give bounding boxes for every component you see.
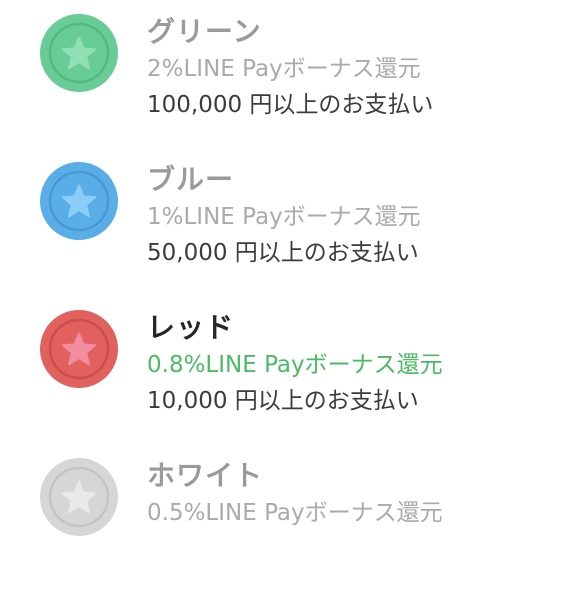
star-medal-icon — [39, 309, 119, 389]
tier-requirement: 50,000 円以上のお支払い — [147, 240, 419, 266]
tier-white[interactable]: ホワイト 0.5%LINE Payボーナス還元 — [0, 444, 580, 592]
star-medal-icon — [39, 161, 119, 241]
tier-name: ブルー — [147, 163, 235, 196]
tier-text: ホワイト 0.5%LINE Payボーナス還元 — [147, 456, 567, 568]
tier-requirement: 10,000 円以上のお支払い — [147, 388, 419, 414]
tier-bonus: 0.8%LINE Payボーナス還元 — [147, 352, 443, 378]
tier-text: レッド 0.8%LINE Payボーナス還元 10,000 円以上のお支払い — [147, 308, 567, 420]
tier-text: ブルー 1%LINE Payボーナス還元 50,000 円以上のお支払い — [147, 160, 567, 272]
tier-name: ホワイト — [147, 459, 264, 492]
tier-name: グリーン — [147, 15, 262, 48]
star-medal-icon — [39, 13, 119, 93]
tier-red[interactable]: レッド 0.8%LINE Payボーナス還元 10,000 円以上のお支払い — [0, 296, 580, 444]
tier-bonus: 2%LINE Payボーナス還元 — [147, 56, 421, 82]
tier-bonus: 0.5%LINE Payボーナス還元 — [147, 500, 443, 526]
tier-text: グリーン 2%LINE Payボーナス還元 100,000 円以上のお支払い — [147, 12, 567, 124]
tier-bonus: 1%LINE Payボーナス還元 — [147, 204, 421, 230]
star-medal-icon — [39, 457, 119, 537]
tier-requirement — [147, 530, 567, 568]
tier-requirement: 100,000 円以上のお支払い — [147, 92, 434, 118]
tier-blue[interactable]: ブルー 1%LINE Payボーナス還元 50,000 円以上のお支払い — [0, 148, 580, 296]
tier-name: レッド — [147, 311, 235, 344]
tier-green[interactable]: グリーン 2%LINE Payボーナス還元 100,000 円以上のお支払い — [0, 0, 580, 148]
